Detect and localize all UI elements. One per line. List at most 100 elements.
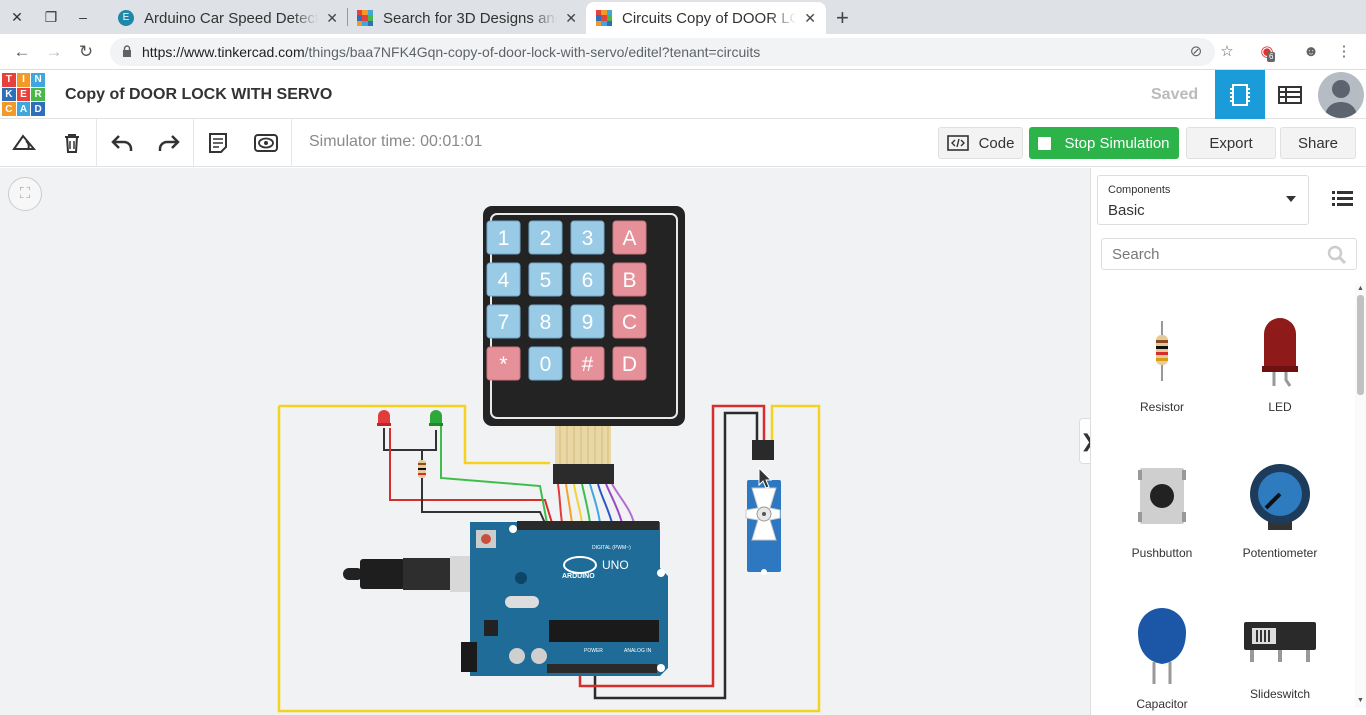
potentiometer-icon bbox=[1250, 464, 1310, 530]
tab-close-icon[interactable]: ✕ bbox=[804, 10, 816, 27]
logo-letter: N bbox=[31, 73, 45, 87]
component-capacitor[interactable]: Capacitor bbox=[1107, 604, 1217, 711]
undo-icon bbox=[111, 135, 133, 151]
toolbar-divider bbox=[193, 119, 194, 167]
reload-icon[interactable]: ↻ bbox=[75, 41, 97, 63]
green-led-wire bbox=[440, 426, 548, 524]
window-minimize-icon[interactable]: – bbox=[72, 6, 94, 28]
window-restore-icon[interactable]: ❐ bbox=[40, 6, 62, 28]
search-icon[interactable] bbox=[1327, 245, 1347, 265]
arduino-uno[interactable]: ARDUINO UNO DIGITAL (PWM~) POWER ANALOG … bbox=[461, 521, 668, 676]
rotate-button[interactable] bbox=[10, 129, 38, 157]
back-icon[interactable]: ← bbox=[11, 41, 33, 63]
rotate-icon bbox=[12, 134, 36, 150]
component-list-view-button[interactable] bbox=[1265, 70, 1315, 119]
camera-blocked-icon[interactable]: ⊘ bbox=[1186, 42, 1206, 62]
keypad-key-label: 6 bbox=[582, 269, 594, 292]
component-label: Slideswitch bbox=[1249, 687, 1311, 701]
resistor-icon bbox=[1156, 321, 1168, 381]
keypad-key-label: 5 bbox=[540, 269, 552, 292]
stop-icon bbox=[1038, 136, 1052, 150]
component-potentiometer[interactable]: Potentiometer bbox=[1225, 462, 1335, 562]
red-led[interactable] bbox=[377, 410, 391, 426]
ground-wire bbox=[383, 428, 437, 451]
browser-tab-arduino[interactable]: E Arduino Car Speed Detect ✕ bbox=[108, 2, 348, 34]
logo-letter: E bbox=[16, 87, 31, 102]
arduino-power-label: POWER bbox=[584, 648, 603, 654]
trash-icon bbox=[65, 134, 79, 153]
tab-favicon-icon: E bbox=[118, 10, 134, 26]
scroll-down-icon[interactable]: ▼ bbox=[1357, 697, 1364, 704]
keypad-key-label: A bbox=[622, 227, 636, 250]
avatar[interactable] bbox=[1318, 72, 1364, 118]
keypad-key-label: 9 bbox=[582, 311, 594, 334]
lock-icon bbox=[123, 45, 131, 57]
code-button-label: Code bbox=[978, 134, 1015, 152]
profile-icon[interactable]: ☻ bbox=[1301, 42, 1321, 62]
logo-letter: R bbox=[31, 87, 45, 102]
delete-button[interactable] bbox=[58, 129, 86, 157]
url-field[interactable]: https://www.tinkercad.com/things/baa7NFK… bbox=[110, 38, 1215, 66]
tinkercad-logo[interactable]: T I N K E R C A D bbox=[2, 73, 45, 116]
keypad-key-label: 2 bbox=[540, 227, 552, 250]
panel-scrollbar[interactable]: ▲ ▼ bbox=[1355, 283, 1366, 708]
list-view-icon[interactable] bbox=[1327, 184, 1357, 214]
component-slideswitch[interactable]: Slideswitch bbox=[1225, 614, 1335, 714]
notes-button[interactable] bbox=[204, 129, 232, 157]
design-title[interactable]: Copy of DOOR LOCK WITH SERVO bbox=[65, 86, 332, 104]
logo-letter: I bbox=[16, 73, 31, 87]
red-led-wire bbox=[389, 428, 553, 524]
export-button[interactable]: Export bbox=[1186, 127, 1276, 159]
bookmark-star-icon[interactable]: ☆ bbox=[1217, 42, 1237, 62]
browser-tab-circuits[interactable]: Circuits Copy of DOOR LO ✕ bbox=[586, 2, 826, 34]
browser-tab-bar: ✕ ❐ – E Arduino Car Speed Detect ✕ Searc… bbox=[0, 0, 1366, 34]
arduino-digital-label: DIGITAL (PWM~) bbox=[592, 545, 631, 551]
component-label: Capacitor bbox=[1136, 697, 1188, 711]
components-dropdown[interactable]: Components Basic bbox=[1097, 175, 1309, 225]
share-button[interactable]: Share bbox=[1280, 127, 1356, 159]
tab-close-icon[interactable]: ✕ bbox=[326, 10, 338, 27]
component-label: Resistor bbox=[1139, 400, 1184, 414]
saved-status: Saved bbox=[1151, 86, 1199, 103]
component-resistor[interactable]: Resistor bbox=[1107, 318, 1217, 418]
scrollbar-thumb[interactable] bbox=[1357, 295, 1364, 395]
window-close-icon[interactable]: ✕ bbox=[6, 6, 28, 28]
logo-letter: T bbox=[2, 73, 16, 87]
keypad[interactable]: 1 2 3 A 4 5 6 B 7 8 9 C * 0 # D bbox=[483, 206, 685, 484]
keypad-key-label: # bbox=[582, 353, 594, 376]
code-button[interactable]: Code bbox=[938, 127, 1023, 159]
extension-icon[interactable]: ◉6 bbox=[1257, 42, 1277, 62]
tab-close-icon[interactable]: ✕ bbox=[565, 10, 577, 27]
scroll-up-icon[interactable]: ▲ bbox=[1357, 285, 1364, 292]
toolbar-divider bbox=[291, 119, 292, 167]
keypad-key-label: 7 bbox=[498, 311, 510, 334]
browser-menu-icon[interactable]: ⋮ bbox=[1334, 42, 1354, 62]
servo-motor[interactable] bbox=[745, 440, 781, 575]
url-text: https://www.tinkercad.com/things/baa7NFK… bbox=[142, 44, 760, 60]
stop-simulation-label: Stop Simulation bbox=[1064, 134, 1170, 152]
code-icon bbox=[946, 135, 969, 151]
green-led[interactable] bbox=[429, 410, 443, 426]
circuit-canvas[interactable]: ⛶ 1 2 3 A 4 5 6 B 7 8 9 C * 0 # D ARDUIN… bbox=[0, 168, 1090, 715]
visibility-button[interactable] bbox=[252, 129, 280, 157]
eye-icon bbox=[254, 134, 278, 152]
table-icon bbox=[1278, 85, 1302, 104]
undo-button[interactable] bbox=[108, 129, 136, 157]
resistor[interactable] bbox=[418, 460, 426, 478]
tinkercad-favicon-icon bbox=[357, 10, 373, 26]
forward-icon[interactable]: → bbox=[43, 41, 65, 63]
redo-button[interactable] bbox=[155, 129, 183, 157]
component-search-input[interactable] bbox=[1101, 238, 1357, 270]
url-host: https://www.tinkercad.com bbox=[142, 44, 305, 60]
stop-simulation-button[interactable]: Stop Simulation bbox=[1029, 127, 1179, 159]
browser-tab-search[interactable]: Search for 3D Designs and ✕ bbox=[347, 2, 587, 34]
component-pushbutton[interactable]: Pushbutton bbox=[1107, 464, 1217, 564]
address-bar-row: ← → ↻ https://www.tinkercad.com/things/b… bbox=[0, 34, 1366, 70]
keypad-key-label: 1 bbox=[498, 227, 510, 250]
circuit-view-button[interactable] bbox=[1215, 70, 1265, 119]
components-dropdown-value: Basic bbox=[1108, 202, 1145, 219]
component-led[interactable]: LED bbox=[1225, 314, 1335, 414]
arduino-analog-label: ANALOG IN bbox=[624, 648, 652, 654]
logo-letter: C bbox=[2, 102, 16, 116]
new-tab-icon[interactable]: + bbox=[836, 5, 849, 31]
